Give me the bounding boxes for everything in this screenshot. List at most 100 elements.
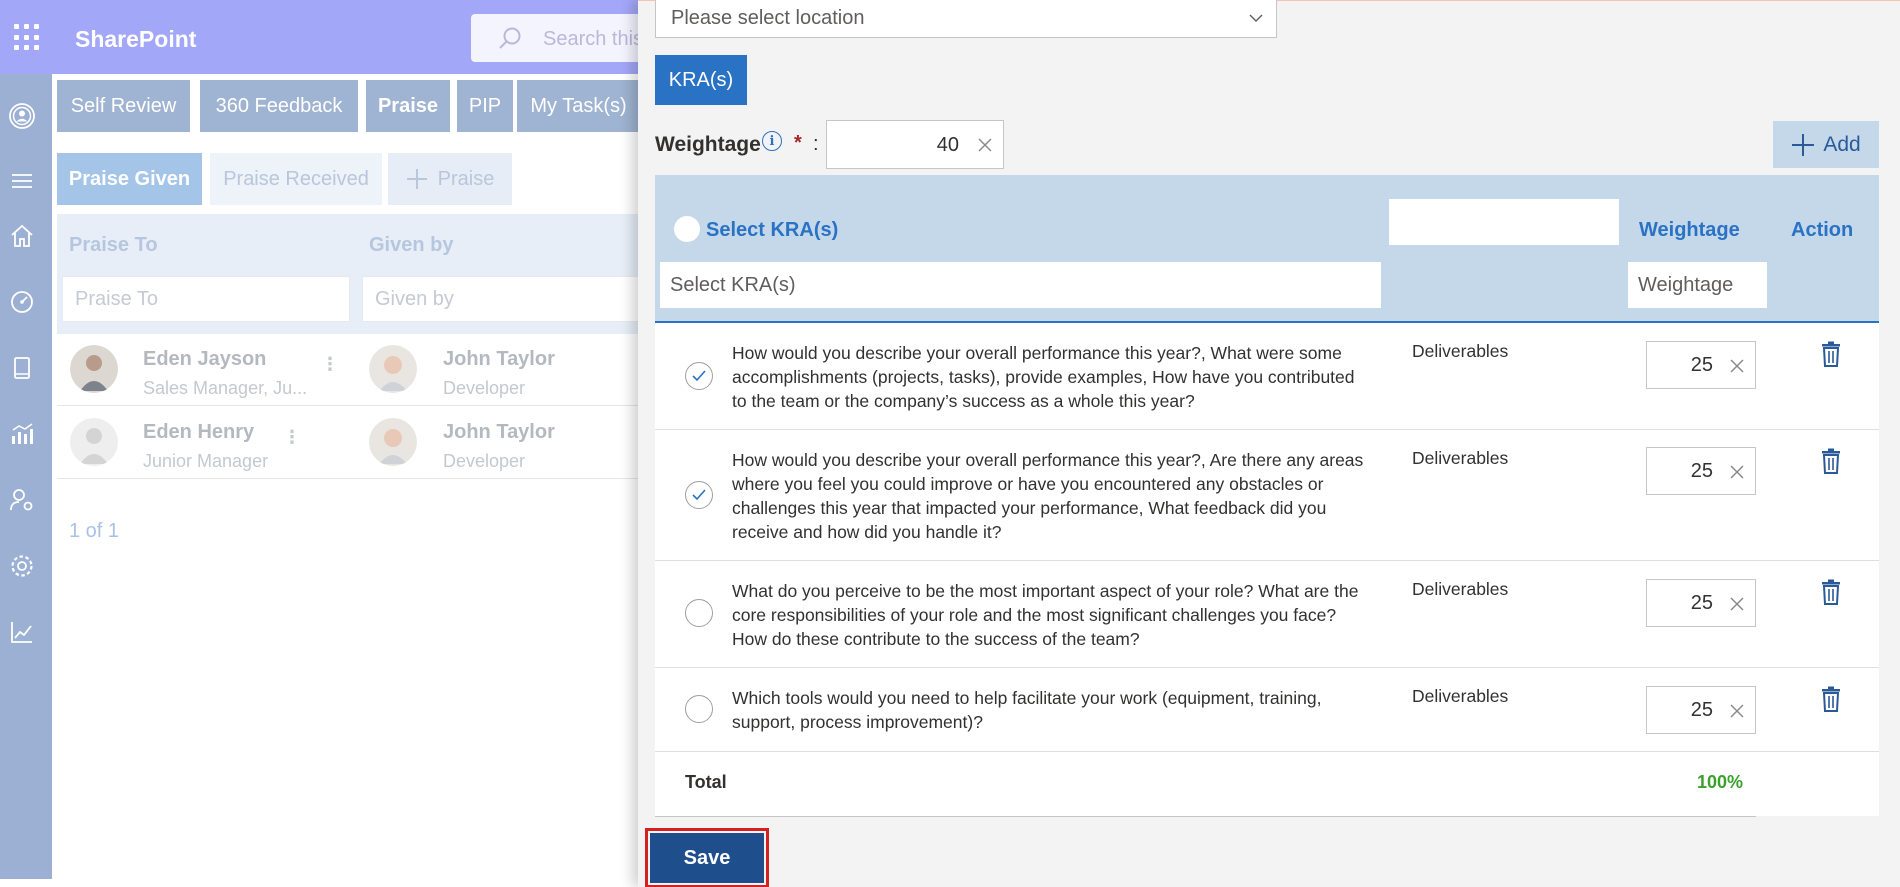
weightage-value: 40 <box>936 134 959 156</box>
given-by-name: John Taylor <box>443 421 555 443</box>
praise-to-name: Eden Henry <box>143 421 255 443</box>
avatar <box>369 345 417 393</box>
tab-praise[interactable]: Praise <box>366 80 450 132</box>
add-kra-button[interactable]: Add <box>1773 121 1879 168</box>
kra-weight-value: 25 <box>1690 699 1713 721</box>
left-rail <box>0 74 52 879</box>
tab-360-feedback[interactable]: 360 Feedback <box>200 80 358 132</box>
chevron-down-icon <box>1249 14 1263 22</box>
checkmark-icon <box>692 370 706 382</box>
clear-icon[interactable] <box>1729 464 1745 480</box>
brand-title[interactable]: SharePoint <box>75 26 196 53</box>
kra-weight-input[interactable]: 25 <box>1646 686 1756 734</box>
tab-self-review[interactable]: Self Review <box>57 80 190 132</box>
delete-icon[interactable] <box>1820 579 1842 605</box>
given-by-name: John Taylor <box>443 348 555 370</box>
weightage-column-header: Weightage <box>1639 219 1740 241</box>
kra-weight-input[interactable]: 25 <box>1646 341 1756 389</box>
praise-to-role: Junior Manager <box>143 451 269 471</box>
weightage-colon: : <box>813 133 819 155</box>
table-row[interactable]: Eden Henry Junior Manager ⋮ John Taylor … <box>57 407 647 479</box>
total-divider <box>655 816 1756 817</box>
kra-text: What do you perceive to be the most impo… <box>732 581 1359 649</box>
kra-text: How would you describe your overall perf… <box>732 343 1355 411</box>
location-placeholder: Please select location <box>671 7 865 29</box>
row-more-icon[interactable]: ⋮ <box>283 427 301 448</box>
total-row: Total 100% <box>655 752 1879 816</box>
kra-weight-value: 25 <box>1690 354 1713 376</box>
kra-row[interactable]: What do you perceive to be the most impo… <box>655 561 1879 668</box>
checkmark-icon <box>692 489 706 501</box>
kra-panel: Please select location KRA(s) Weightage … <box>638 0 1900 887</box>
avatar <box>70 345 118 393</box>
kra-grid-header: Select KRA(s) Weightage Action Select KR… <box>655 175 1879 323</box>
kra-type: Deliverables <box>1412 686 1509 706</box>
praise-to-name: Eden Jayson <box>143 348 267 370</box>
clear-icon[interactable] <box>1729 703 1745 719</box>
save-button[interactable]: Save <box>645 828 769 887</box>
select-all-radio[interactable] <box>674 216 700 242</box>
profile-icon[interactable] <box>8 102 36 130</box>
select-kra-input[interactable]: Select KRA(s) <box>660 262 1381 308</box>
praise-to-role: Sales Manager, Ju... <box>143 378 308 398</box>
delete-icon[interactable] <box>1820 448 1842 474</box>
document-icon[interactable] <box>8 354 36 382</box>
kra-weight-value: 25 <box>1690 592 1713 614</box>
kra-tab-button[interactable]: KRA(s) <box>655 55 747 105</box>
add-praise-label: Praise <box>437 167 495 190</box>
kra-row[interactable]: Which tools would you need to help facil… <box>655 668 1879 752</box>
suite-header: SharePoint Search this <box>0 0 671 74</box>
subtab-praise-received[interactable]: Praise Received <box>210 153 382 205</box>
weightage-label: Weightage <box>655 133 761 156</box>
trend-chart-icon[interactable] <box>8 618 36 646</box>
row-checkbox[interactable] <box>685 481 713 509</box>
menu-icon[interactable] <box>8 167 36 195</box>
gauge-icon[interactable] <box>8 288 36 316</box>
settings-gear-icon[interactable] <box>8 552 36 580</box>
given-by-role: Developer <box>443 451 526 471</box>
delete-icon[interactable] <box>1820 686 1842 712</box>
analytics-icon[interactable] <box>8 420 36 448</box>
weightage-input[interactable]: 40 <box>826 120 1004 169</box>
kra-text: Which tools would you need to help facil… <box>732 688 1322 732</box>
location-dropdown[interactable]: Please select location <box>655 0 1277 38</box>
tab-pip[interactable]: PIP <box>457 80 513 132</box>
select-kra-label: Select KRA(s) <box>706 219 839 241</box>
action-column-header: Action <box>1791 219 1854 241</box>
row-radio[interactable] <box>685 695 713 723</box>
plus-icon <box>1792 133 1815 156</box>
table-row[interactable]: Eden Jayson Sales Manager, Ju... ⋮ John … <box>57 334 647 406</box>
total-label: Total <box>685 772 727 792</box>
filter-given-by-input[interactable]: Given by <box>362 276 647 322</box>
row-radio[interactable] <box>685 599 713 627</box>
kra-text: How would you describe your overall perf… <box>732 450 1364 542</box>
app-launcher-icon[interactable] <box>14 24 42 52</box>
weightage-filter-input[interactable]: Weightage <box>1628 262 1767 308</box>
column-praise-to[interactable]: Praise To <box>69 234 158 257</box>
avatar <box>70 418 118 466</box>
delete-icon[interactable] <box>1820 341 1842 367</box>
search-icon <box>499 27 521 49</box>
kra-weight-input[interactable]: 25 <box>1646 579 1756 627</box>
add-praise-button[interactable]: Praise <box>388 153 512 205</box>
given-by-role: Developer <box>443 378 526 398</box>
clear-icon[interactable] <box>977 137 993 153</box>
kra-row[interactable]: How would you describe your overall perf… <box>655 323 1879 430</box>
required-marker: * <box>794 132 802 154</box>
row-more-icon[interactable]: ⋮ <box>321 354 339 375</box>
clear-icon[interactable] <box>1729 358 1745 374</box>
filter-praise-to-input[interactable]: Praise To <box>62 276 350 322</box>
kra-weight-input[interactable]: 25 <box>1646 447 1756 495</box>
column-given-by[interactable]: Given by <box>369 234 453 257</box>
user-settings-icon[interactable] <box>8 486 36 514</box>
info-icon[interactable]: i <box>762 131 782 151</box>
type-filter-input[interactable] <box>1389 199 1619 245</box>
avatar <box>369 418 417 466</box>
kra-type: Deliverables <box>1412 448 1509 468</box>
row-checkbox[interactable] <box>685 362 713 390</box>
tab-my-tasks[interactable]: My Task(s) <box>517 80 640 132</box>
clear-icon[interactable] <box>1729 596 1745 612</box>
kra-row[interactable]: How would you describe your overall perf… <box>655 430 1879 561</box>
subtab-praise-given[interactable]: Praise Given <box>57 153 202 205</box>
home-icon[interactable] <box>8 222 36 250</box>
